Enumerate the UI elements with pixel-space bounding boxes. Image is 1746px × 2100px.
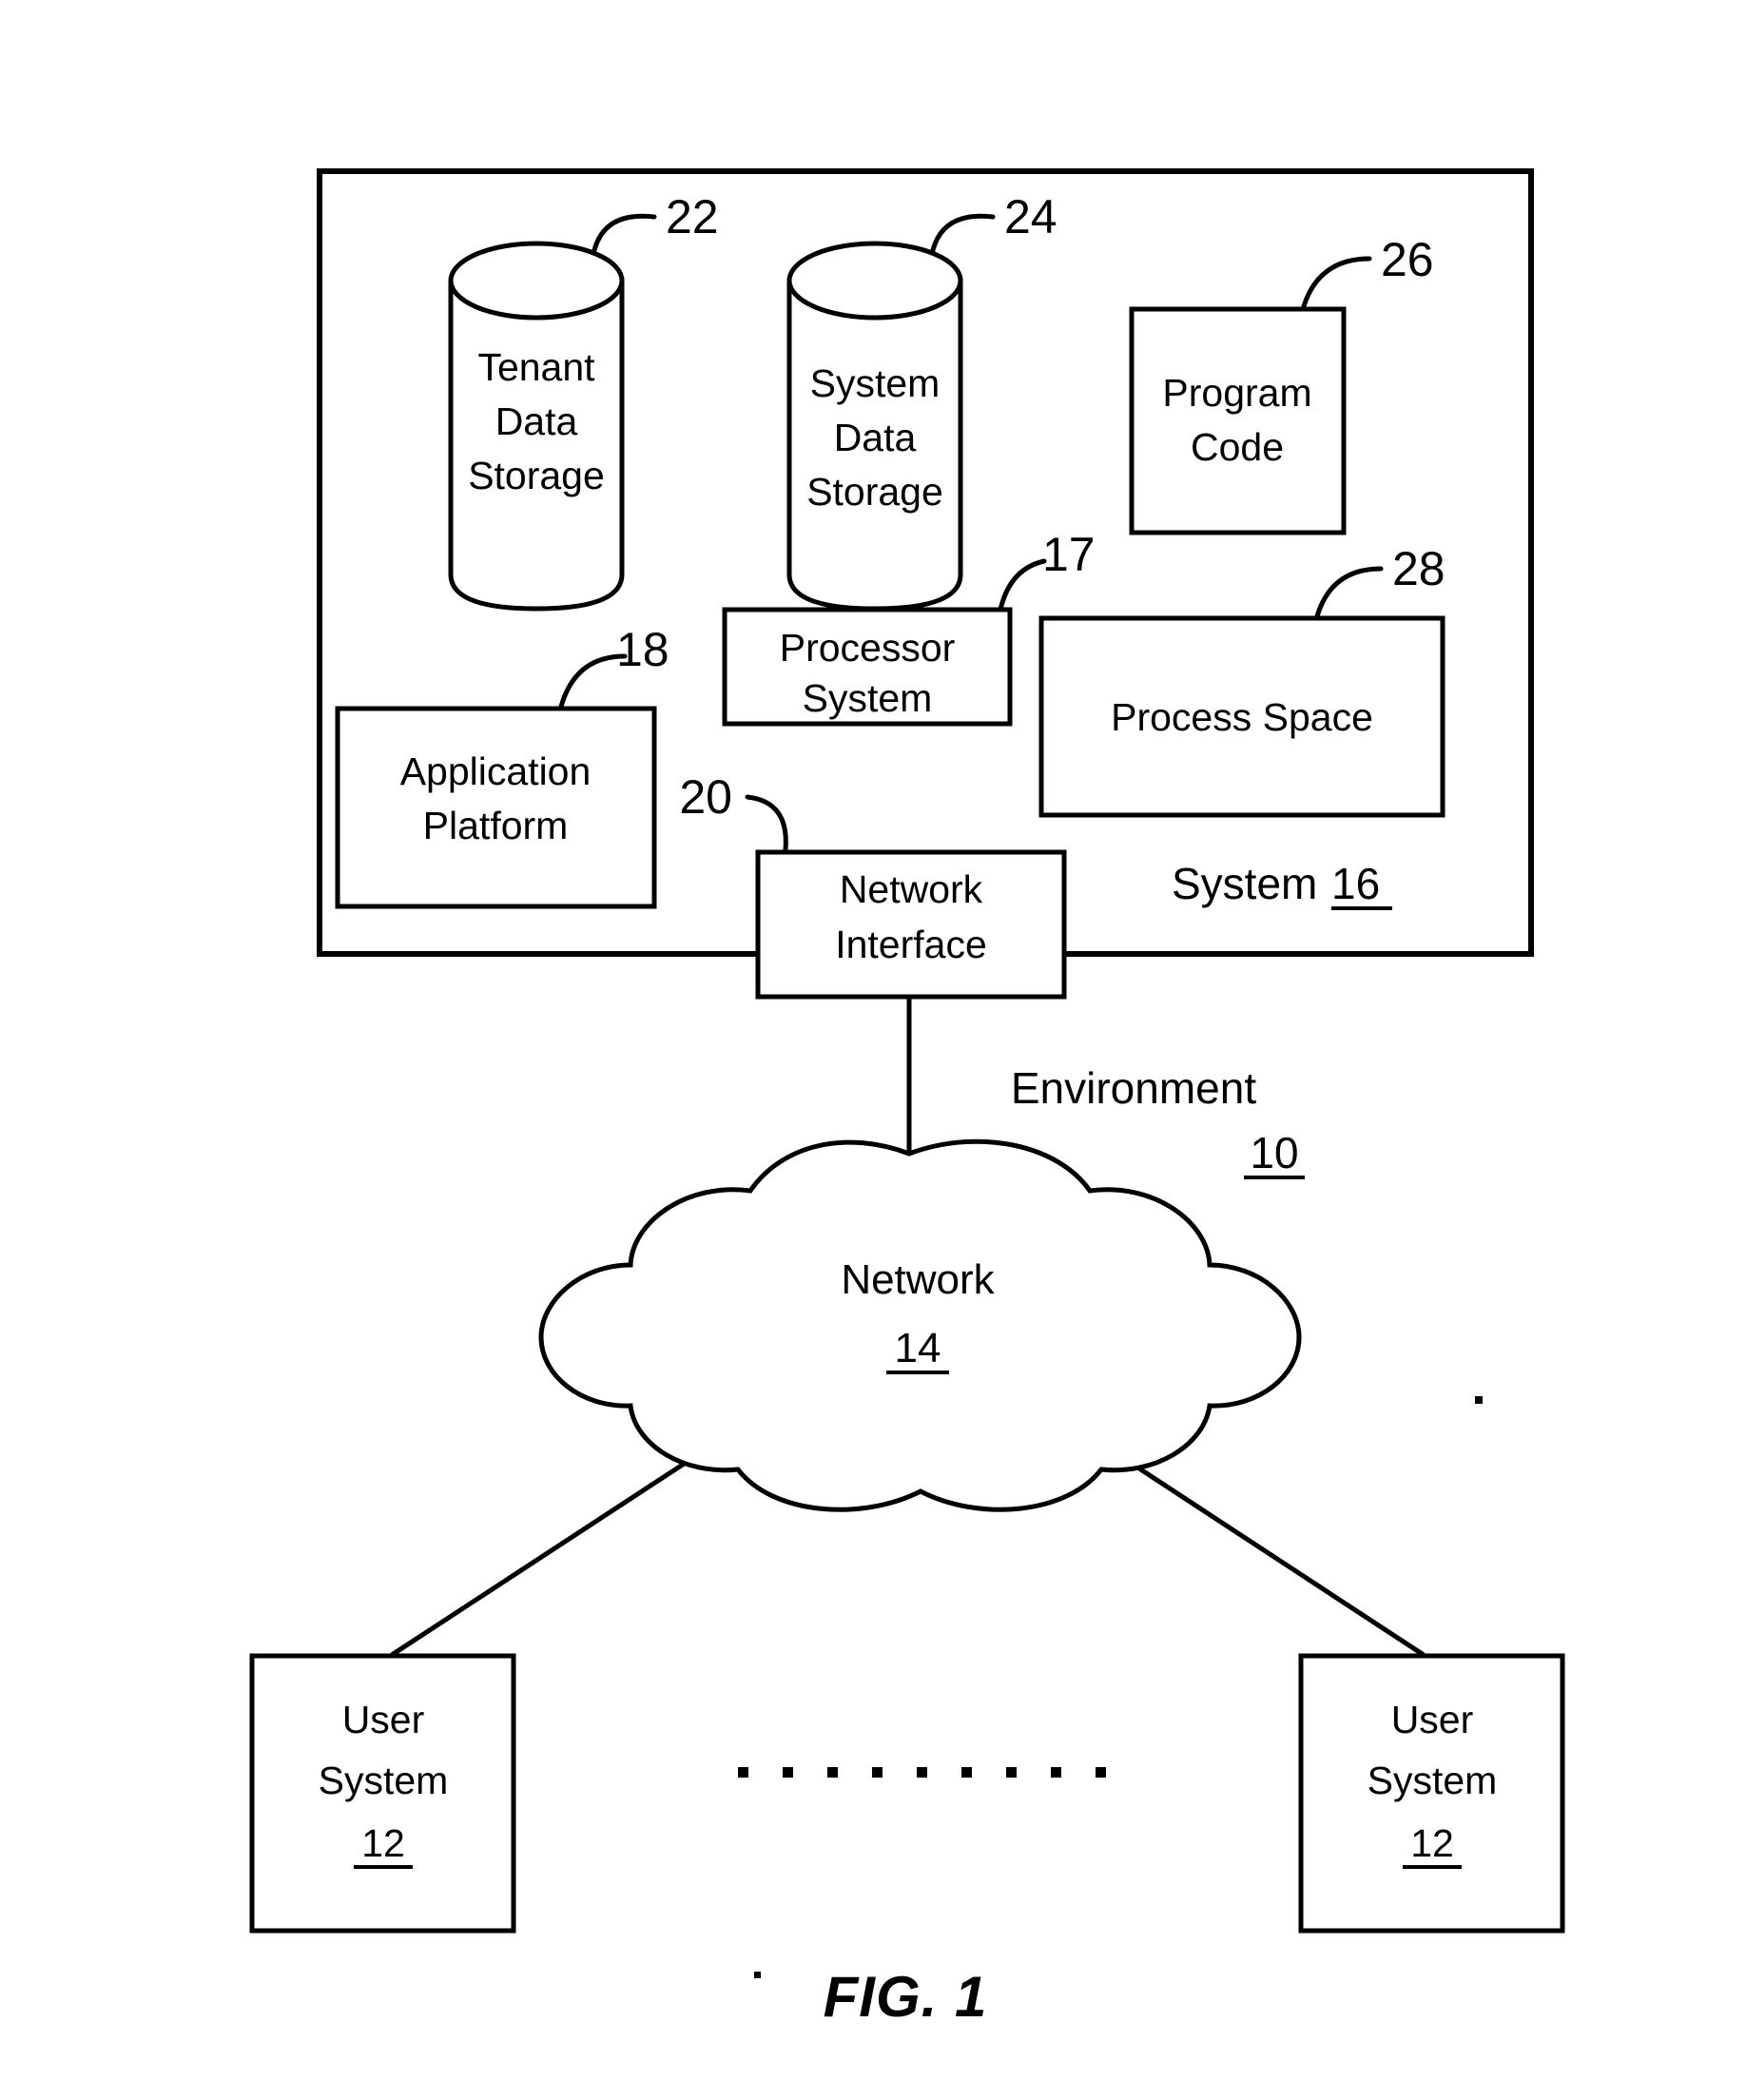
figure-caption: FIG. 1 (824, 1965, 988, 2029)
environment-label: Environment (1011, 1063, 1256, 1113)
ref-number-22: 22 (666, 190, 719, 243)
system-data-storage-label-line2: Data (834, 416, 917, 459)
user-system-right-ref-number: 12 (1410, 1821, 1454, 1865)
user-system-left[interactable]: User System 12 (249, 1653, 516, 1934)
user-systems-ellipsis (738, 1767, 1106, 1778)
ellipsis-dot (961, 1767, 972, 1778)
system-data-storage-label-line1: System (810, 361, 941, 405)
ref-number-24: 24 (1004, 190, 1057, 243)
user-system-left-ref-number: 12 (361, 1821, 405, 1865)
tenant-data-storage-label-line2: Data (495, 399, 578, 443)
processor-system-label-line2: System (803, 676, 933, 720)
system-data-storage-label-line3: Storage (806, 470, 943, 514)
leader-line-28 (1314, 566, 1384, 619)
leader-line-22 (592, 213, 657, 253)
ref-number-17: 17 (1042, 528, 1096, 581)
leader-line-20 (745, 794, 788, 852)
network-interface-label-line1: Network (840, 867, 983, 911)
process-space[interactable]: Process Space 28 (1038, 542, 1445, 818)
ref-number-18: 18 (616, 623, 669, 676)
leader-line-18 (558, 653, 628, 710)
ellipsis-dot (783, 1767, 793, 1778)
leader-line-24 (930, 213, 996, 253)
system-label: System (1172, 859, 1317, 908)
ref-number-20: 20 (679, 770, 732, 824)
system-ref-number: 16 (1331, 859, 1380, 908)
network-ref-number: 14 (895, 1325, 941, 1371)
figure-canvas: Tenant Data Storage 22 System Data Stora… (249, 168, 1565, 2029)
program-code-box (1129, 306, 1347, 535)
program-code-label-line2: Code (1191, 425, 1284, 469)
tenant-data-storage-label-line3: Storage (468, 454, 605, 497)
leader-line-26 (1301, 256, 1372, 309)
user-system-right-label-line1: User (1391, 1698, 1474, 1741)
system-data-storage[interactable]: System Data Storage 24 (786, 190, 1057, 612)
system-label-group: System 16 (1172, 859, 1392, 910)
program-code-label-line1: Program (1162, 371, 1311, 415)
tenant-data-storage-body (448, 278, 625, 612)
ellipsis-dot (738, 1767, 748, 1778)
patent-figure-1: Tenant Data Storage 22 System Data Stora… (0, 0, 1746, 2100)
ellipsis-dot (827, 1767, 838, 1778)
ellipsis-dot (917, 1767, 927, 1778)
user-system-left-label-line2: System (319, 1759, 449, 1802)
application-platform-label-line2: Platform (423, 804, 569, 847)
tenant-data-storage-label-line1: Tenant (477, 345, 595, 389)
application-platform-label-line1: Application (400, 749, 592, 793)
ellipsis-dot (1051, 1767, 1061, 1778)
network-interface-label-line2: Interface (835, 923, 987, 966)
stray-dot-artifact-2 (754, 1972, 761, 1978)
network-interface[interactable]: Network Interface 20 (679, 770, 1067, 1000)
ellipsis-dot (1006, 1767, 1017, 1778)
processor-system-label-line1: Processor (780, 626, 956, 670)
environment-ref-number: 10 (1250, 1128, 1298, 1177)
network-cloud-label: Network (841, 1256, 995, 1303)
user-system-right[interactable]: User System 12 (1298, 1653, 1565, 1934)
user-system-right-label-line2: System (1368, 1759, 1498, 1802)
stray-dot-artifact (1475, 1396, 1483, 1404)
tenant-data-storage-top (448, 241, 625, 321)
ref-number-26: 26 (1381, 233, 1434, 286)
process-space-label: Process Space (1111, 695, 1373, 739)
user-system-left-label-line1: User (342, 1698, 425, 1741)
application-platform[interactable]: Application Platform 18 (335, 623, 669, 909)
leader-line-17 (998, 558, 1047, 612)
ellipsis-dot (1096, 1767, 1106, 1778)
ref-number-28: 28 (1392, 542, 1445, 595)
network-cloud[interactable]: Network 14 (538, 1138, 1302, 1512)
ellipsis-dot (872, 1767, 883, 1778)
system-data-storage-top (786, 241, 963, 321)
tenant-data-storage[interactable]: Tenant Data Storage 22 (448, 190, 719, 612)
program-code[interactable]: Program Code 26 (1129, 233, 1434, 535)
